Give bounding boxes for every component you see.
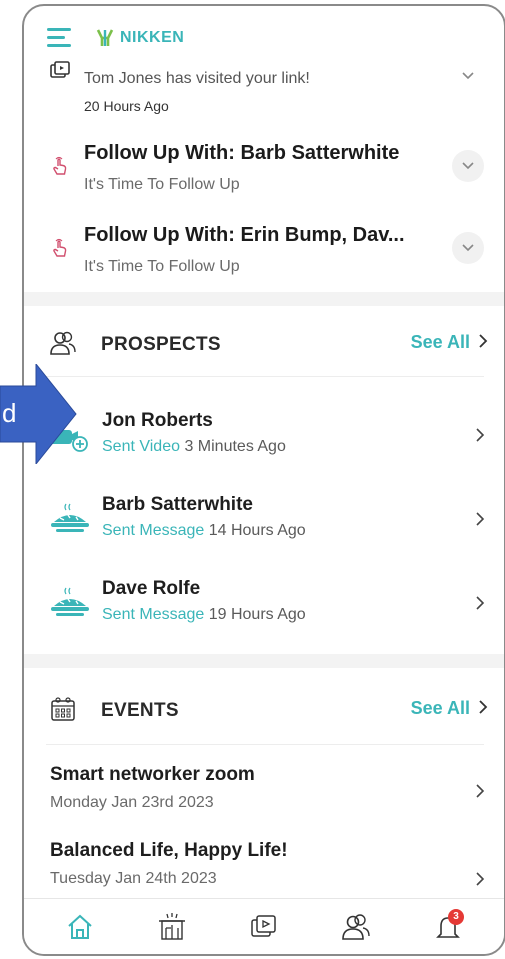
prospect-time: 14 Hours Ago — [208, 522, 306, 539]
nav-prospects[interactable] — [336, 907, 376, 947]
nav-events[interactable] — [152, 907, 192, 947]
row-separator — [46, 744, 484, 745]
notification-subtitle: It's Time To Follow Up — [84, 176, 240, 193]
chevron-right-icon — [476, 784, 485, 798]
chevron-right-icon — [476, 872, 485, 886]
chevron-down-icon — [462, 72, 474, 80]
calendar-icon — [51, 697, 75, 721]
warm-pie-icon — [51, 503, 89, 532]
event-row[interactable]: Balanced Life, Happy Life! Tuesday Jan 2… — [24, 830, 504, 906]
expand-button[interactable] — [452, 232, 484, 264]
nav-notifications[interactable]: 3 — [428, 907, 468, 947]
expand-button[interactable] — [452, 60, 484, 92]
logo-text: NIKKEN — [120, 29, 185, 46]
row-separator — [46, 376, 484, 377]
chevron-right-icon — [476, 596, 485, 610]
prospect-row[interactable]: Dave Rolfe Sent Message 19 Hours Ago — [24, 566, 504, 640]
notification-item[interactable]: Follow Up With: Erin Bump, Dav... It's T… — [24, 210, 504, 290]
chevron-down-icon — [462, 162, 474, 170]
notification-subtitle: It's Time To Follow Up — [84, 258, 240, 275]
prospects-icon — [342, 913, 370, 940]
tap-hand-icon — [53, 156, 67, 175]
nav-media[interactable] — [244, 907, 284, 947]
chevron-down-icon — [462, 244, 474, 252]
event-date: Tuesday Jan 24th 2023 — [50, 870, 217, 887]
prospect-name: Jon Roberts — [102, 410, 213, 431]
prospect-time: 19 Hours Ago — [208, 606, 306, 623]
events-header: EVENTS See All — [24, 678, 504, 738]
prospect-time: 3 Minutes Ago — [184, 438, 286, 455]
prospect-action: Sent Message — [102, 522, 205, 539]
phone-frame: NIKKEN Tom Jones has visited your link! … — [22, 4, 505, 956]
prospect-action: Sent Message — [102, 606, 205, 623]
prospect-action: Sent Video — [102, 438, 180, 455]
event-name: Smart networker zoom — [50, 764, 255, 785]
prospect-status: Sent Message 19 Hours Ago — [102, 606, 306, 624]
section-divider — [24, 654, 504, 668]
notification-title: Follow Up With: Erin Bump, Dav... — [84, 224, 405, 246]
logo-mark-icon — [96, 29, 114, 46]
prospects-header: PROSPECTS See All — [24, 312, 504, 372]
events-title: EVENTS — [101, 700, 179, 721]
chevron-right-icon — [479, 334, 488, 348]
logo: NIKKEN — [96, 24, 184, 52]
top-bar: NIKKEN — [24, 6, 504, 58]
event-name: Balanced Life, Happy Life! — [50, 840, 288, 861]
chevron-right-icon — [479, 700, 488, 714]
tap-hand-icon — [53, 238, 67, 257]
nav-home[interactable] — [60, 907, 100, 947]
menu-icon[interactable] — [47, 28, 71, 48]
prospects-see-all-link[interactable]: See All — [411, 332, 470, 353]
notification-item[interactable]: Tom Jones has visited your link! 20 Hour… — [24, 56, 504, 122]
prospect-row[interactable]: Jon Roberts Sent Video 3 Minutes Ago — [24, 398, 504, 472]
home-icon — [68, 914, 92, 939]
bottom-nav: 3 — [24, 898, 504, 954]
expand-button[interactable] — [452, 150, 484, 182]
prospect-name: Dave Rolfe — [102, 578, 201, 599]
video-share-icon — [50, 61, 70, 78]
events-see-all-link[interactable]: See All — [411, 698, 470, 719]
prospect-status: Sent Message 14 Hours Ago — [102, 522, 306, 540]
prospect-row[interactable]: Barb Satterwhite Sent Message 14 Hours A… — [24, 482, 504, 556]
prospect-status: Sent Video 3 Minutes Ago — [102, 438, 286, 456]
warm-pie-icon — [51, 587, 89, 616]
prospects-title: PROSPECTS — [101, 334, 221, 355]
callout-text: d — [2, 398, 17, 428]
event-row[interactable]: Smart networker zoom Monday Jan 23rd 202… — [24, 754, 504, 830]
media-icon — [251, 914, 276, 937]
section-divider — [24, 292, 504, 306]
prospect-name: Barb Satterwhite — [102, 494, 253, 515]
notification-time: 20 Hours Ago — [84, 98, 169, 114]
notification-item[interactable]: Follow Up With: Barb Satterwhite It's Ti… — [24, 128, 504, 208]
events-icon — [159, 912, 185, 940]
prospects-icon — [50, 331, 76, 355]
notification-badge: 3 — [448, 908, 464, 925]
chevron-right-icon — [476, 428, 485, 442]
chevron-right-icon — [476, 512, 485, 526]
event-date: Monday Jan 23rd 2023 — [50, 794, 214, 811]
notification-title: Tom Jones has visited your link! — [84, 70, 310, 87]
notification-title: Follow Up With: Barb Satterwhite — [84, 142, 400, 164]
